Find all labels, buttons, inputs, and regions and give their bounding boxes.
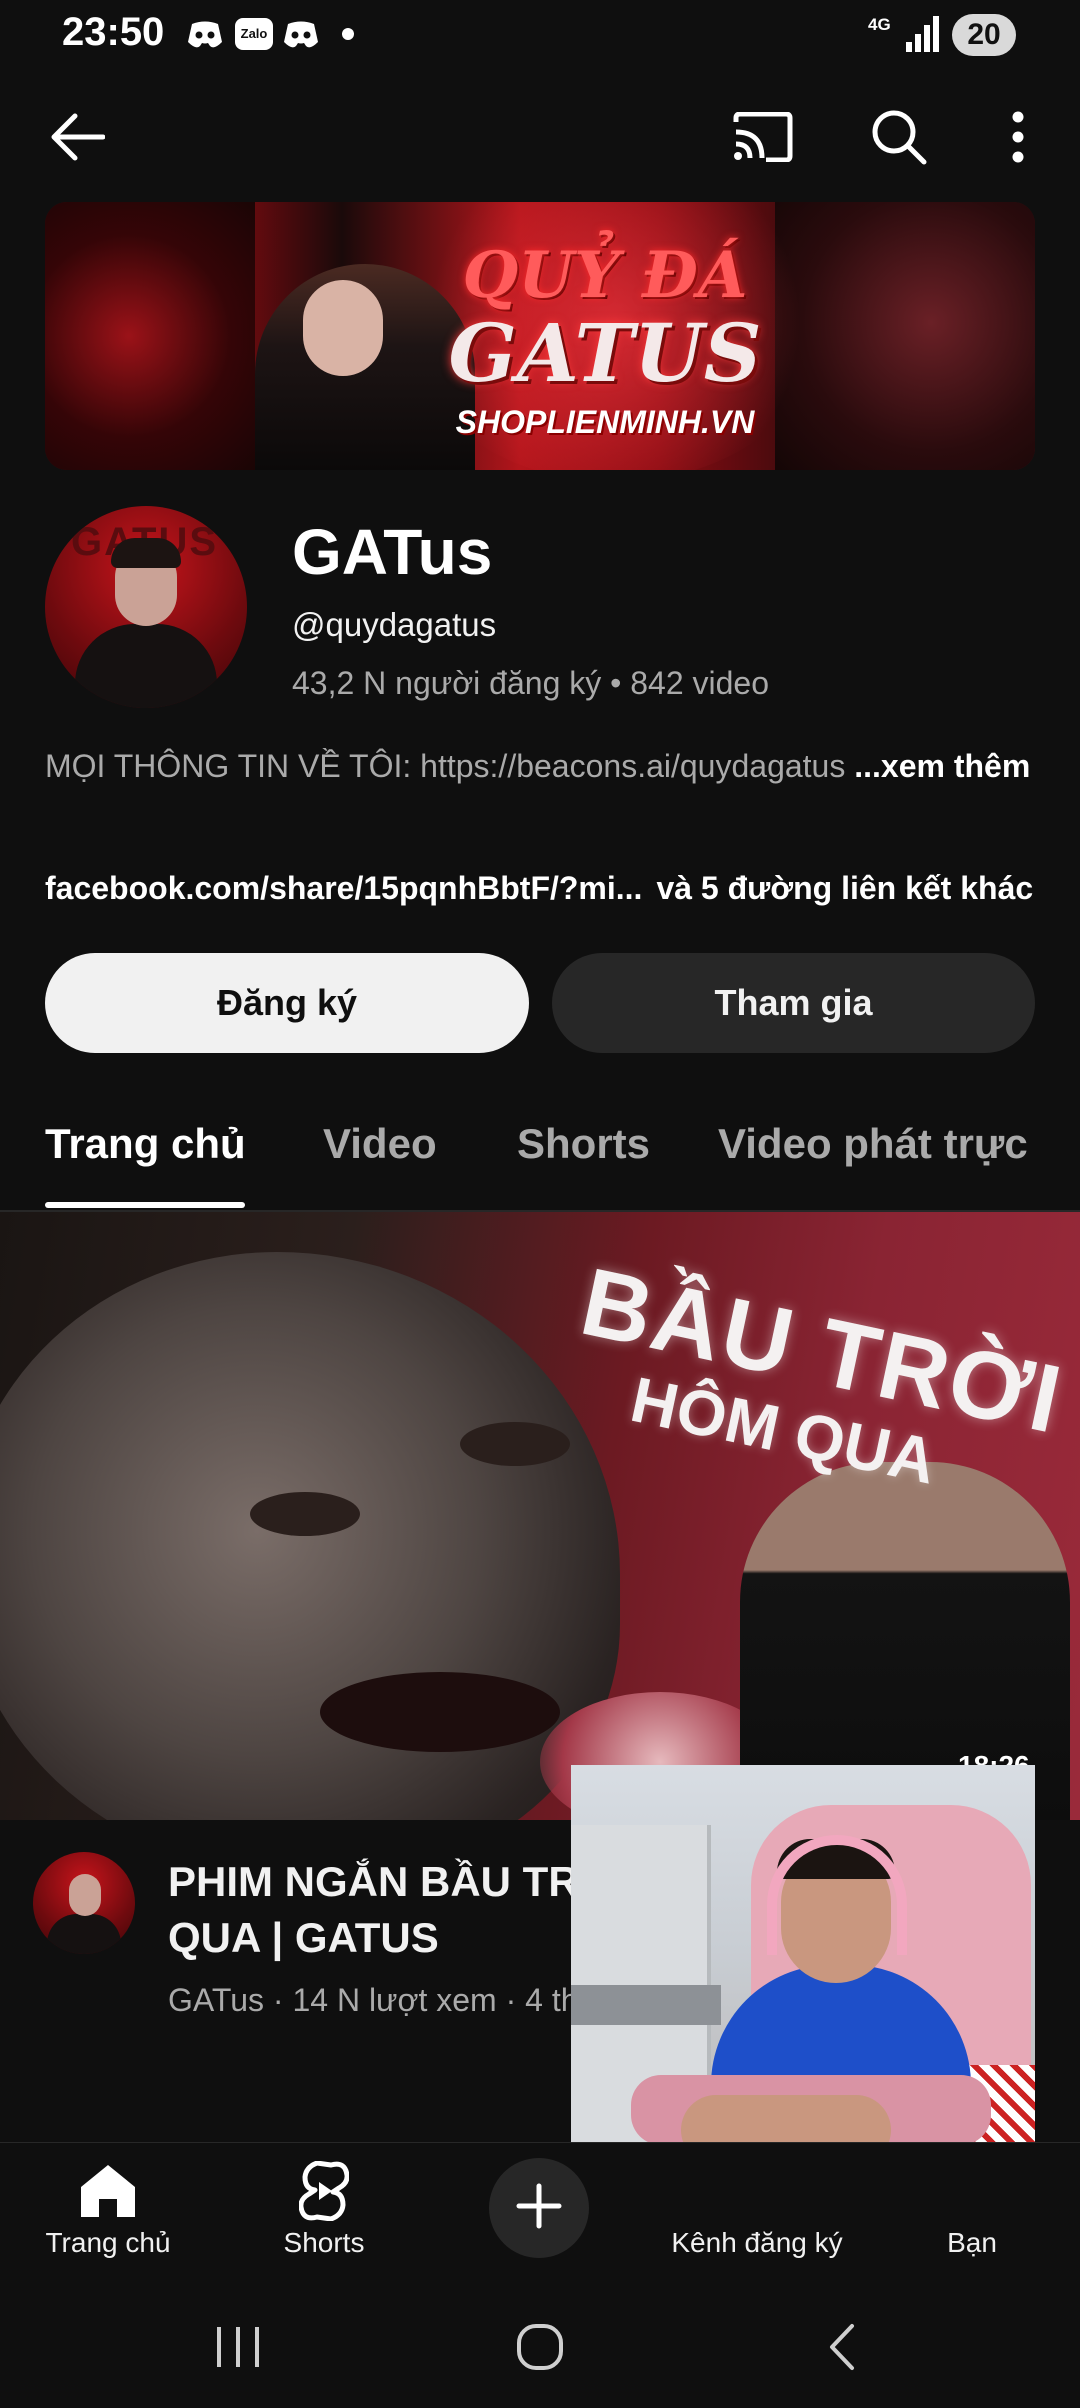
active-tab-indicator [45,1202,245,1208]
banner-person-face [303,280,383,376]
more-link[interactable]: ...xem thêm [845,748,1030,784]
recent-apps-icon[interactable] [198,2312,278,2382]
primary-link[interactable]: facebook.com/share/15pqnhBbtF/?mi... [45,870,642,906]
create-plus-icon [516,2183,562,2234]
channel-description[interactable]: MỌI THÔNG TIN VỀ TÔI: https://beacons.ai… [45,744,1035,789]
nav-you-label: Bạn [947,2227,997,2258]
home-circle-icon[interactable] [500,2312,580,2382]
battery-indicator: 20 [952,14,1016,56]
banner-title-line2: GATUS [448,306,762,400]
nav-you[interactable]: Bạn [872,2143,1072,2283]
discord-icon [282,20,320,55]
banner-robot-left [45,202,255,470]
channel-handle: @quydagatus [292,606,497,643]
thumbnail-mouth [320,1672,560,1752]
home-icon [76,2159,140,2223]
avatar-body [75,624,217,708]
notification-dot-icon [342,28,354,40]
banner-title-line1: QUỶ ĐÁ [462,238,748,313]
zalo-icon: Zalo [235,18,273,50]
more-links[interactable]: và 5 đường liên kết khác [656,870,1033,906]
network-type: 4G [868,15,891,34]
top-app-bar [0,80,1080,190]
banner-website: SHOPLIENMINH.VN [455,404,755,440]
create-button[interactable] [489,2158,589,2258]
channel-banner: QUỶ ĐÁ GATUS SHOPLIENMINH.VN [45,202,1035,470]
nav-home-label: Trang chủ [45,2227,171,2258]
thumbnail-eye [460,1422,570,1466]
more-vert-icon[interactable] [983,102,1053,172]
back-arrow-icon[interactable] [42,102,112,172]
video-thumbnail[interactable]: BẦU TRỜI HÔM QUA [0,1212,1080,1820]
tab-home[interactable]: Trang chủ [45,1120,246,1168]
pip-desk [571,1985,721,2025]
channel-tabs: Trang chủ Video Shorts Video phát trực [0,1100,1080,1212]
system-navigation-bar [0,2282,1080,2408]
tab-shorts[interactable]: Shorts [517,1120,650,1168]
back-chevron-icon[interactable] [802,2312,882,2382]
subscribe-button[interactable]: Đăng ký [45,953,529,1053]
nav-shorts-label: Shorts [283,2227,365,2258]
thumbnail-eye [250,1492,360,1536]
avatar-face [69,1874,101,1916]
status-bar: 23:50 Zalo 4G 20 [0,0,1080,72]
join-button[interactable]: Tham gia [552,953,1035,1053]
shorts-icon [292,2159,356,2223]
nav-home[interactable]: Trang chủ [8,2143,208,2283]
cast-icon[interactable] [728,102,798,172]
nav-subscriptions[interactable]: Kênh đăng ký [657,2143,857,2283]
video-channel-avatar[interactable] [33,1852,135,1954]
nav-shorts[interactable]: Shorts [224,2143,424,2283]
avatar-body [47,1914,121,1954]
search-icon[interactable] [864,102,934,172]
channel-links[interactable]: facebook.com/share/15pqnhBbtF/?mi... và 5… [45,870,1045,907]
channel-avatar[interactable]: GATUS [45,506,247,708]
tab-live[interactable]: Video phát trực [718,1120,1028,1168]
signal-icon [906,16,940,57]
channel-name: GATus [292,516,493,588]
nav-subscriptions-label: Kênh đăng ký [671,2227,843,2258]
avatar-hair [111,538,181,568]
status-time: 23:50 [62,10,165,54]
description-text: MỌI THÔNG TIN VỀ TÔI: https://beacons.ai… [45,748,846,784]
tab-videos[interactable]: Video [323,1120,437,1168]
channel-stats: 43,2 N người đăng ký • 842 video [292,665,770,701]
discord-icon [186,20,224,55]
